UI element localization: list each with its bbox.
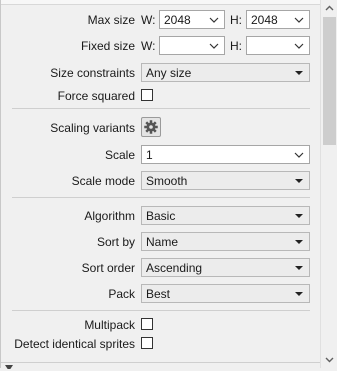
scroll-up-button[interactable] <box>321 0 337 17</box>
algorithm-value: Basic <box>146 209 176 223</box>
scale-mode-value: Smooth <box>146 174 188 188</box>
sort-order-row: Sort order Ascending <box>1 257 321 279</box>
max-size-h-label: H: <box>230 13 242 27</box>
scaling-variants-row: Scaling variants <box>1 115 321 139</box>
vertical-scrollbar[interactable] <box>320 0 337 368</box>
chevron-down-icon <box>294 43 304 49</box>
detect-identical-checkbox[interactable] <box>141 337 153 349</box>
separator <box>12 310 310 311</box>
force-squared-checkbox[interactable] <box>141 89 153 101</box>
detect-identical-label: Detect identical sprites <box>14 337 135 351</box>
max-width-value: 2048 <box>164 13 191 27</box>
size-constraints-select[interactable]: Any size <box>141 63 310 82</box>
algorithm-label: Algorithm <box>84 209 135 223</box>
panel-top-edge <box>1 0 321 5</box>
size-constraints-label: Size constraints <box>50 66 135 80</box>
pack-select[interactable]: Best <box>141 284 310 303</box>
max-height-combo[interactable]: 2048 <box>246 10 310 29</box>
triangle-down-icon <box>295 292 303 296</box>
sort-by-select[interactable]: Name <box>141 232 310 251</box>
scale-mode-label: Scale mode <box>71 174 135 188</box>
fixed-size-h-label: H: <box>230 39 242 53</box>
separator <box>12 108 310 109</box>
multipack-label: Multipack <box>84 318 135 332</box>
detect-identical-row: Detect identical sprites <box>1 333 321 355</box>
max-size-w-label: W: <box>141 13 156 27</box>
scroll-down-button[interactable] <box>321 351 337 368</box>
chevron-down-icon <box>209 17 219 23</box>
sort-by-row: Sort by Name <box>1 231 321 253</box>
force-squared-label: Force squared <box>57 89 135 103</box>
pack-value: Best <box>146 287 171 301</box>
pack-label: Pack <box>108 287 135 301</box>
sort-order-value: Ascending <box>146 261 203 275</box>
chevron-up-icon <box>325 5 334 11</box>
max-size-label: Max size <box>87 13 135 27</box>
sort-by-value: Name <box>146 235 179 249</box>
fixed-size-row: Fixed size W: H: <box>1 35 321 57</box>
triangle-down-icon <box>295 240 303 244</box>
expander-icon <box>5 365 13 369</box>
settings-panel: Max size W: 2048 H: 2048 Fixed size W: H… <box>0 0 321 369</box>
triangle-down-icon <box>295 71 303 75</box>
gear-icon <box>144 120 158 134</box>
scroll-thumb[interactable] <box>323 17 336 145</box>
chevron-down-icon <box>209 43 219 49</box>
scaling-variants-button[interactable] <box>141 117 161 137</box>
pack-row: Pack Best <box>1 283 321 305</box>
scale-row: Scale 1 <box>1 144 321 166</box>
chevron-down-icon <box>294 17 304 23</box>
scale-mode-row: Scale mode Smooth <box>1 170 321 192</box>
force-squared-row: Force squared <box>1 85 321 107</box>
max-height-value: 2048 <box>251 13 278 27</box>
triangle-down-icon <box>295 214 303 218</box>
chevron-down-icon <box>294 152 304 158</box>
chevron-down-icon <box>325 357 334 363</box>
sort-by-label: Sort by <box>96 235 135 249</box>
size-constraints-value: Any size <box>146 66 192 80</box>
scaling-variants-label: Scaling variants <box>50 121 135 135</box>
fixed-height-combo[interactable] <box>246 36 310 55</box>
algorithm-select[interactable]: Basic <box>141 206 310 225</box>
scale-mode-select[interactable]: Smooth <box>141 171 310 190</box>
sort-order-select[interactable]: Ascending <box>141 258 310 277</box>
max-width-combo[interactable]: 2048 <box>159 10 225 29</box>
separator <box>12 197 310 198</box>
sort-order-label: Sort order <box>81 261 135 275</box>
algorithm-row: Algorithm Basic <box>1 205 321 227</box>
scale-value: 1 <box>146 148 153 162</box>
triangle-down-icon <box>295 179 303 183</box>
scale-combo[interactable]: 1 <box>141 145 310 164</box>
fixed-width-combo[interactable] <box>159 36 225 55</box>
max-size-row: Max size W: 2048 H: 2048 <box>1 9 321 31</box>
size-constraints-row: Size constraints Any size <box>1 62 321 84</box>
fixed-size-label: Fixed size <box>80 39 135 53</box>
fixed-size-w-label: W: <box>141 39 156 53</box>
multipack-checkbox[interactable] <box>141 318 153 330</box>
scale-label: Scale <box>104 148 135 162</box>
triangle-down-icon <box>295 266 303 270</box>
